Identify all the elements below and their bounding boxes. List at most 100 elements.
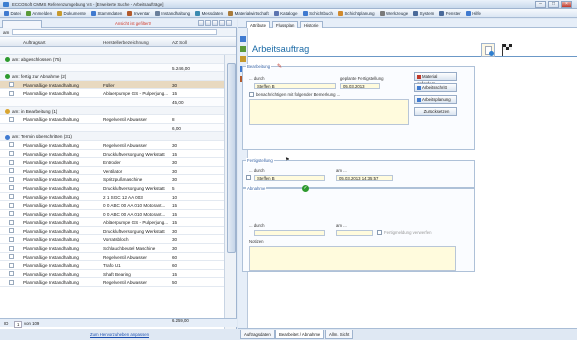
abnahme-durch-input[interactable] (254, 230, 325, 236)
table-row[interactable]: Planmäßige Instandhaltung 2 1 SGC 12 AA 0… (0, 193, 224, 202)
zuruecksetzen-button[interactable]: Zurücksetzen (414, 107, 457, 116)
column-auftragsart[interactable]: Auftragsart (23, 40, 45, 45)
minimize-button[interactable]: – (535, 1, 546, 8)
row-checkbox[interactable] (9, 185, 14, 191)
tab-flussplan[interactable]: Flussplan (272, 21, 299, 28)
menu-item-materialwirtschaft[interactable]: Materialwirtschaft (228, 10, 269, 16)
table-row[interactable]: Planmäßige Instandhaltung Spritzpußmaschi… (0, 175, 224, 184)
notizen-textarea[interactable] (249, 246, 456, 271)
menu-item-instandhaltung[interactable]: Instandhaltung (154, 10, 190, 16)
table-row[interactable]: Planmäßige Instandhaltung 0 0 ABC 00 AA 0… (0, 210, 224, 219)
menu-item-inventar[interactable]: Inventar (127, 10, 150, 16)
fertigstellung-am-input[interactable]: 05.03.2013 14:35:57 (336, 175, 393, 181)
fertigstellung-durch-input[interactable]: Steffen B (254, 175, 325, 181)
row-checkbox[interactable] (9, 211, 14, 217)
table-row[interactable]: Planmäßige Instandhaltung Schlauchbeutel … (0, 244, 224, 253)
row-checkbox[interactable] (9, 228, 14, 234)
arbeitsplanung-button[interactable]: Arbeitsplanung (414, 95, 457, 104)
row-checkbox[interactable] (9, 142, 14, 148)
vertical-scrollbar[interactable] (224, 55, 236, 329)
fertigstellung-geplant-input[interactable]: 05.03.2013 (340, 83, 380, 89)
tab-auftragsdaten[interactable]: Auftragsdaten (240, 330, 275, 339)
table-row[interactable]: Planmäßige Instandhaltung Regelventil Abw… (0, 278, 224, 288)
scrollbar-thumb[interactable] (227, 63, 236, 253)
menu-item-schichtplanung[interactable]: Schichtplanung (338, 10, 375, 16)
export-icon[interactable] (212, 20, 218, 26)
row-checkbox[interactable] (9, 82, 14, 88)
row-checkbox[interactable] (9, 176, 14, 182)
settings-icon[interactable] (226, 20, 232, 26)
tab-historie[interactable]: Historie (300, 21, 323, 28)
group-sum-row[interactable]: 45,00 (0, 97, 224, 107)
table-row[interactable]: Planmäßige Instandhaltung Trafo U1 60 (0, 261, 224, 270)
table-row[interactable]: Planmäßige Instandhaltung Shaft Bearing 15 (0, 270, 224, 279)
table-row[interactable]: Planmäßige Instandhaltung Druckluftversor… (0, 227, 224, 236)
table-row[interactable]: Planmäßige Instandhaltung Druckluftversor… (0, 184, 224, 193)
menu-item-werkzeuge[interactable]: Werkzeuge (379, 10, 408, 16)
row-checkbox[interactable] (9, 245, 14, 251)
tab-bearbeitet-abnahme[interactable]: Bearbeitet / Abnahme (275, 330, 325, 339)
row-checkbox[interactable] (9, 262, 14, 268)
tab-attribute[interactable]: Attribute (246, 21, 271, 28)
row-checkbox[interactable] (9, 168, 14, 174)
print-icon[interactable] (240, 56, 246, 62)
material-anfordern-button[interactable]: Material anfordern (414, 72, 457, 86)
row-checkbox[interactable] (9, 159, 14, 165)
fertigstellung-checkbox[interactable] (246, 175, 251, 180)
row-checkbox[interactable] (9, 90, 14, 96)
row-checkbox[interactable] (9, 219, 14, 225)
menu-item-messdaten[interactable]: Messdaten (195, 10, 223, 16)
menu-item-dokumente[interactable]: Dokumente (57, 10, 86, 16)
close-button[interactable]: × (561, 1, 572, 8)
group-sum-row[interactable]: 6,00 (0, 123, 224, 133)
group-row[interactable]: am: Termin überschritten (31) (0, 132, 224, 141)
menu-item-system[interactable]: System (413, 10, 434, 16)
menu-item-kataloge[interactable]: Kataloge (273, 10, 298, 16)
table-row[interactable]: Planmäßige Instandhaltung Entroder 30 (0, 158, 224, 167)
bemerkung-textarea[interactable] (249, 99, 409, 125)
legend-link[interactable]: Zum Hervorzuheben anpassen (90, 332, 149, 337)
table-row[interactable]: Planmäßige Instandhaltung Regelventil Abw… (0, 115, 224, 124)
tab-allm-sicht[interactable]: Allm. Sicht (325, 330, 354, 339)
table-row[interactable]: Planmäßige Instandhaltung Druckluftversor… (0, 150, 224, 159)
row-checkbox[interactable] (9, 254, 14, 260)
menu-item-hilfe[interactable]: Hilfe (465, 10, 481, 16)
row-checkbox[interactable] (9, 271, 14, 277)
table-row[interactable]: Planmäßige Instandhaltung 0 0 ABC 00 AA 0… (0, 201, 224, 210)
refresh-icon[interactable] (240, 36, 246, 42)
save-icon[interactable] (240, 46, 246, 52)
print-icon[interactable] (219, 20, 225, 26)
menu-item-fenster[interactable]: Fenster (439, 10, 461, 16)
menu-item-schichtbuch[interactable]: Schichtbuch (302, 10, 333, 16)
menu-item-anmelden[interactable]: Anmelden (25, 10, 52, 16)
arbeitsschritt-button[interactable]: Arbeitsschritt (414, 83, 457, 92)
table-row[interactable]: Planmäßige Instandhaltung Ablaerpumpe GS … (0, 89, 224, 98)
group-row[interactable]: am: abgeschlossen (75) (0, 55, 224, 64)
column-az-soll[interactable]: AZ Soll (172, 40, 187, 45)
table-row[interactable]: Planmäßige Instandhaltung Abläerpumpe GS … (0, 218, 224, 227)
table-row[interactable]: Planmäßige Instandhaltung Füller 30 (0, 80, 224, 90)
table-row[interactable]: Planmäßige Instandhaltung Regelventil Abw… (0, 141, 224, 150)
bearbeitung-durch-input[interactable]: Steffen B (254, 83, 336, 89)
table-row[interactable]: Planmäßige Instandhaltung Ventilator 30 (0, 167, 224, 176)
row-checkbox[interactable] (9, 279, 14, 285)
group-sum-row[interactable]: 5.246,00 (0, 63, 224, 73)
table-row[interactable]: Planmäßige Instandhaltung Regelventil Abw… (0, 253, 224, 262)
refresh-icon[interactable] (198, 20, 204, 26)
menu-item-stammdaten[interactable]: Stammdaten (90, 10, 122, 16)
benachrichtigen-checkbox[interactable] (249, 92, 254, 97)
row-checkbox[interactable] (9, 236, 14, 242)
row-checkbox[interactable] (9, 202, 14, 208)
pager-page-input[interactable]: 1 (14, 321, 23, 328)
filter-icon[interactable] (205, 20, 211, 26)
menu-item-datei[interactable]: Datei (4, 10, 21, 16)
row-checkbox[interactable] (9, 194, 14, 199)
group-row[interactable]: am: fertig zur Abnahme (2) (0, 72, 224, 81)
fertigmeldung-verwerfen-checkbox[interactable] (377, 230, 382, 235)
maximize-button[interactable]: □ (548, 1, 559, 8)
column-herstellerbezeichnung[interactable]: Herstellerbezeichnung (103, 40, 149, 45)
row-checkbox[interactable] (9, 151, 14, 157)
row-checkbox[interactable] (9, 116, 14, 122)
abnahme-am-input[interactable] (336, 230, 373, 236)
filter-input[interactable] (12, 29, 217, 35)
